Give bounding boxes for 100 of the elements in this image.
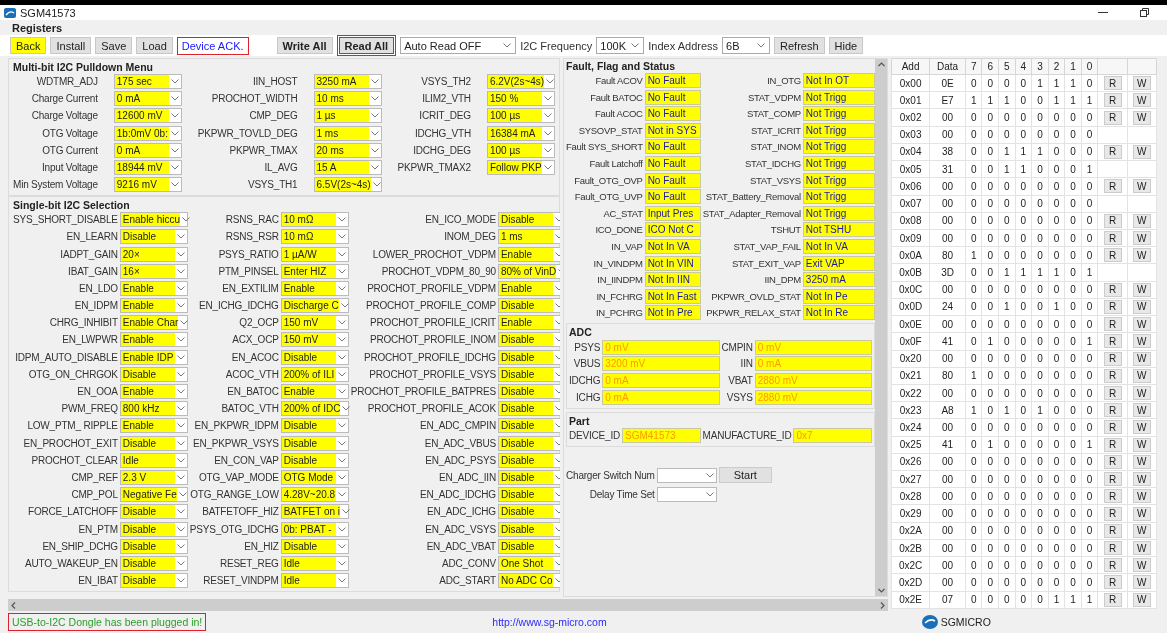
register-action-button[interactable]: W <box>1132 575 1151 590</box>
toolbar-button[interactable]: Write All <box>276 37 333 54</box>
dropdown[interactable]: Disable <box>280 538 349 554</box>
register-action-button[interactable]: W <box>1132 386 1151 401</box>
register-action-button[interactable]: R <box>1103 282 1122 297</box>
register-action-button[interactable]: R <box>1103 437 1122 452</box>
maximize-icon[interactable] <box>1140 8 1149 17</box>
register-action-button[interactable]: R <box>1103 386 1122 401</box>
dropdown[interactable]: 15 A <box>313 159 382 175</box>
register-action-button[interactable]: W <box>1132 558 1151 573</box>
dropdown[interactable]: 3250 mA <box>313 74 382 89</box>
dropdown[interactable] <box>656 467 717 483</box>
register-action-button[interactable]: W <box>1132 437 1151 452</box>
scroll-up-icon[interactable] <box>877 61 885 68</box>
minimize-icon[interactable] <box>1098 11 1108 14</box>
dropdown[interactable]: 10 mΩ <box>280 229 349 245</box>
dropdown[interactable]: 12600 mV <box>113 108 182 124</box>
scroll-down-icon[interactable] <box>877 587 885 594</box>
register-action-button[interactable]: W <box>1132 592 1151 607</box>
dropdown[interactable]: Disable <box>119 366 188 382</box>
dropdown[interactable] <box>656 487 717 503</box>
dropdown[interactable]: Disable <box>119 555 188 571</box>
start-button[interactable]: Start <box>718 467 772 484</box>
dropdown[interactable]: Disable <box>497 212 560 228</box>
register-action-button[interactable]: R <box>1103 472 1122 487</box>
dropdown[interactable]: 175 sec <box>113 74 182 89</box>
dropdown[interactable]: 100K <box>596 37 645 54</box>
register-action-button[interactable]: W <box>1132 248 1151 263</box>
dropdown[interactable]: Disable <box>497 401 560 417</box>
dropdown[interactable]: Enable <box>497 246 560 262</box>
dropdown[interactable]: 200% of ILI <box>280 366 349 382</box>
dropdown[interactable]: Enable <box>497 280 560 296</box>
register-action-button[interactable]: R <box>1103 93 1122 108</box>
dropdown[interactable]: Enable Char <box>119 315 188 331</box>
dropdown[interactable]: 150 mV <box>280 332 349 348</box>
dropdown[interactable]: Disable <box>497 538 560 554</box>
register-action-button[interactable]: W <box>1132 213 1151 228</box>
dropdown[interactable]: 9216 mV <box>113 177 182 193</box>
register-action-button[interactable]: W <box>1132 472 1151 487</box>
dropdown[interactable]: Disable <box>497 435 560 451</box>
dropdown[interactable]: OTG Mode <box>280 469 349 485</box>
dropdown[interactable]: Follow PKP <box>486 159 555 175</box>
register-action-button[interactable]: W <box>1132 454 1151 469</box>
register-action-button[interactable]: W <box>1132 110 1151 125</box>
dropdown[interactable]: Disable <box>119 435 188 451</box>
dropdown[interactable]: Disable <box>497 504 560 520</box>
register-action-button[interactable]: R <box>1103 506 1122 521</box>
dropdown[interactable]: Idle <box>280 555 349 571</box>
dropdown[interactable]: BATFET on i <box>280 504 349 520</box>
toolbar-button[interactable]: Refresh <box>774 37 825 54</box>
register-action-button[interactable]: W <box>1132 282 1151 297</box>
dropdown[interactable]: Enable IDP <box>119 349 188 365</box>
dropdown[interactable]: 6.5V(2s~4s) <box>313 177 382 193</box>
dropdown[interactable]: 1 ms <box>497 229 560 245</box>
dropdown[interactable]: 2.3 V <box>119 469 188 485</box>
register-action-button[interactable]: R <box>1103 454 1122 469</box>
dropdown[interactable]: Disable <box>497 384 560 399</box>
register-action-button[interactable]: W <box>1132 317 1151 332</box>
dropdown[interactable]: 80% of VinD <box>497 263 560 279</box>
register-action-button[interactable]: R <box>1103 334 1122 349</box>
dropdown[interactable]: Enable <box>280 280 349 296</box>
register-action-button[interactable]: W <box>1132 145 1151 159</box>
dropdown[interactable]: Discharge C <box>280 298 349 314</box>
dropdown[interactable]: Idle <box>119 452 188 468</box>
dropdown[interactable]: 100 µs <box>486 108 555 124</box>
dropdown[interactable]: Negative Fe <box>119 487 188 503</box>
register-action-button[interactable]: W <box>1132 489 1151 504</box>
dropdown[interactable]: Disable <box>497 452 560 468</box>
dropdown[interactable]: 200% of IDC <box>280 401 349 417</box>
dropdown[interactable]: 1b:0mV 0b: <box>113 125 182 141</box>
dropdown[interactable]: One Shot <box>497 555 560 571</box>
dropdown[interactable]: 10 ms <box>313 91 382 107</box>
register-action-button[interactable]: R <box>1103 317 1122 332</box>
toolbar-button[interactable]: Save <box>95 37 133 54</box>
register-action-button[interactable]: R <box>1103 523 1122 538</box>
website-link[interactable]: http://www.sg-micro.com <box>492 616 607 628</box>
toolbar-button[interactable]: Install <box>50 37 92 54</box>
register-action-button[interactable]: W <box>1132 351 1151 366</box>
dropdown[interactable]: Enable <box>119 418 188 434</box>
dropdown[interactable]: Disable <box>119 538 188 554</box>
dropdown[interactable]: Disable <box>497 487 560 503</box>
dropdown[interactable]: Enter HIZ <box>280 263 349 279</box>
register-action-button[interactable]: W <box>1132 403 1151 418</box>
vertical-scrollbar[interactable] <box>875 59 887 596</box>
dropdown[interactable]: 800 kHz <box>119 401 188 417</box>
dropdown[interactable]: Disable <box>119 521 188 537</box>
register-action-button[interactable]: R <box>1103 489 1122 504</box>
register-action-button[interactable]: R <box>1103 231 1122 246</box>
dropdown[interactable]: Disable <box>119 229 188 245</box>
register-action-button[interactable]: R <box>1103 575 1122 590</box>
register-action-button[interactable]: R <box>1103 179 1122 194</box>
register-action-button[interactable]: W <box>1132 231 1151 246</box>
dropdown[interactable]: Disable <box>280 418 349 434</box>
register-action-button[interactable]: R <box>1103 592 1122 607</box>
dropdown[interactable]: Disable <box>497 332 560 348</box>
dropdown[interactable]: Auto Read OFF <box>400 37 517 54</box>
dropdown[interactable]: 20 ms <box>313 142 382 158</box>
register-action-button[interactable]: R <box>1103 213 1122 228</box>
register-action-button[interactable]: R <box>1103 403 1122 418</box>
register-action-button[interactable]: W <box>1132 541 1151 555</box>
